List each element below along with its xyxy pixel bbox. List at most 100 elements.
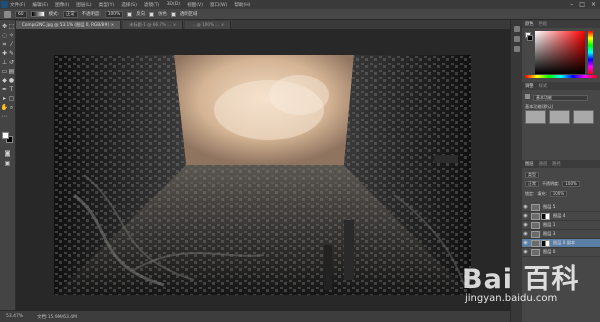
hand-tool-icon[interactable]: ✋	[1, 104, 8, 111]
magic-wand-tool-icon[interactable]: ✧	[8, 32, 15, 39]
menu-edit[interactable]: 编辑(E)	[32, 2, 48, 8]
mode-select[interactable]: 正常	[62, 10, 78, 18]
menu-file[interactable]: 文件(F)	[10, 2, 25, 8]
zoom-level[interactable]: 53.47%	[6, 314, 23, 319]
healing-tool-icon[interactable]: ✚	[1, 50, 8, 57]
path-select-tool-icon[interactable]: ▸	[1, 95, 8, 102]
layer-row[interactable]: ◉ 图层 0	[522, 248, 600, 257]
document-size: 文档:15.9M/63.4M	[37, 314, 78, 320]
tab-color[interactable]: 颜色	[525, 21, 534, 27]
artwork-city-canyon	[54, 55, 471, 295]
document-tab-active[interactable]: Comps2NC.jpg @ 53.1% (图层 0, RGB/8#) ×	[16, 21, 122, 29]
layer-opacity-field[interactable]: 100%	[562, 180, 580, 187]
close-button[interactable]: ×	[591, 1, 596, 8]
menu-layer[interactable]: 图层(L)	[76, 2, 91, 8]
layer-row[interactable]: ◉ 图层 4	[522, 212, 600, 221]
lasso-tool-icon[interactable]: ◌	[1, 32, 8, 39]
tab-adjustments[interactable]: 调整	[525, 83, 534, 89]
menu-image[interactable]: 图像(I)	[55, 2, 69, 8]
layer-row-selected[interactable]: ◉ 图层 0 副本	[522, 239, 600, 248]
eye-icon[interactable]: ◉	[522, 249, 529, 255]
reverse-checkbox[interactable]	[127, 11, 133, 17]
tab-paths[interactable]: 路径	[552, 161, 561, 167]
layer-mask-thumbnail[interactable]	[541, 239, 550, 247]
options-bar: 60 模式: 正常 不透明度: 100% 反向 仿色 透明区域	[0, 9, 600, 20]
layer-mask-thumbnail[interactable]	[541, 212, 550, 220]
opacity-field[interactable]: 100%	[104, 10, 124, 18]
canvas-area[interactable]	[16, 29, 510, 311]
status-bar: 53.47% 文档:15.9M/63.4M	[0, 311, 510, 322]
tab-styles[interactable]: 样式	[539, 83, 548, 89]
dodge-tool-icon[interactable]: ●	[8, 77, 15, 84]
stamp-tool-icon[interactable]: ⊥	[1, 59, 8, 66]
layer-row[interactable]: ◉ 图层 5	[522, 203, 600, 212]
tab-channels[interactable]: 通道	[539, 161, 548, 167]
blur-tool-icon[interactable]: ◆	[1, 77, 8, 84]
menu-filter[interactable]: 滤镜(T)	[144, 2, 160, 8]
properties-panel-icon[interactable]	[514, 36, 520, 42]
hue-slider[interactable]	[588, 31, 593, 74]
document-canvas[interactable]	[54, 55, 471, 295]
dither-checkbox[interactable]	[149, 11, 155, 17]
menu-bar: 文件(F) 编辑(E) 图像(I) 图层(L) 类型(Y) 选择(S) 滤镜(T…	[0, 0, 600, 9]
brush-size-field[interactable]: 60	[15, 10, 27, 18]
document-tab[interactable]: 未标题-1 @ 66.7% ... ×	[123, 21, 184, 29]
marquee-tool-icon[interactable]: ⬚	[8, 23, 15, 30]
layer-name: 图层 3	[543, 231, 556, 236]
shape-tool-icon[interactable]: ▢	[8, 95, 15, 102]
screen-mode-icon[interactable]: ▣	[4, 160, 11, 167]
type-tool-icon[interactable]: T	[8, 86, 15, 93]
color-swatches[interactable]	[2, 132, 14, 144]
crop-tool-icon[interactable]: ⌗	[1, 41, 8, 48]
foreground-color-swatch[interactable]	[2, 132, 9, 139]
preset-select[interactable]: 基本功能	[533, 95, 588, 101]
preset-thumbnail[interactable]	[573, 110, 594, 124]
more-tools-icon[interactable]: ⋯	[1, 113, 8, 120]
menu-select[interactable]: 选择(S)	[121, 2, 137, 8]
eye-icon[interactable]: ◉	[522, 222, 529, 228]
pen-tool-icon[interactable]: ✒	[1, 86, 8, 93]
gradient-tool-icon[interactable]	[4, 10, 11, 18]
layer-row[interactable]: ◉ 图层 3	[522, 230, 600, 239]
tab-swatches[interactable]: 色板	[539, 21, 548, 27]
gradient-tool-icon[interactable]: ▤	[8, 68, 15, 75]
adjust-panel-tabs: 调整 样式	[522, 82, 600, 90]
eye-icon[interactable]: ◉	[522, 231, 529, 237]
minimize-button[interactable]: –	[570, 1, 573, 8]
color-spectrum-bar[interactable]	[525, 75, 597, 78]
menu-3d[interactable]: 3D(D)	[166, 2, 180, 7]
menu-window[interactable]: 窗口(W)	[210, 2, 227, 8]
eyedropper-tool-icon[interactable]: ⁄	[8, 41, 15, 48]
baidu-logo: Bai 百科	[462, 264, 580, 295]
layer-kind-select[interactable]: 类型	[525, 171, 539, 178]
fill-field[interactable]: 100%	[549, 190, 568, 197]
quick-mask-icon[interactable]: ◙	[4, 150, 11, 157]
maximize-button[interactable]: □	[579, 1, 585, 8]
brush-panel-icon[interactable]	[514, 46, 520, 52]
menu-type[interactable]: 类型(Y)	[99, 2, 115, 8]
eye-icon[interactable]: ◉	[522, 240, 529, 246]
history-brush-tool-icon[interactable]: ↺	[8, 59, 15, 66]
color-picker-field[interactable]	[535, 31, 585, 74]
layer-thumbnail	[531, 203, 540, 211]
panel-background-swatch[interactable]	[527, 35, 533, 41]
move-tool-icon[interactable]: ✥	[1, 23, 8, 30]
history-panel-icon[interactable]	[514, 26, 520, 32]
menu-help[interactable]: 帮助(H)	[234, 2, 250, 8]
layers-panel-tabs: 图层 通道 路径	[522, 160, 600, 168]
preset-icon	[525, 94, 530, 99]
gradient-swatch[interactable]	[30, 11, 45, 17]
zoom-tool-icon[interactable]: ⌕	[8, 104, 15, 111]
preset-thumbnail[interactable]	[549, 110, 570, 124]
tab-layers[interactable]: 图层	[525, 161, 534, 167]
document-tab[interactable]: ... @ 100% ... ×	[185, 21, 232, 29]
eye-icon[interactable]: ◉	[522, 213, 529, 219]
layer-row[interactable]: ◉ 图层 1	[522, 221, 600, 230]
brush-tool-icon[interactable]: ✎	[8, 50, 15, 57]
eraser-tool-icon[interactable]: ▭	[1, 68, 8, 75]
preset-thumbnail[interactable]	[525, 110, 546, 124]
transparency-checkbox[interactable]	[170, 11, 176, 17]
eye-icon[interactable]: ◉	[522, 204, 529, 210]
blend-mode-select[interactable]: 正常	[525, 180, 539, 187]
menu-view[interactable]: 视图(V)	[187, 2, 203, 8]
